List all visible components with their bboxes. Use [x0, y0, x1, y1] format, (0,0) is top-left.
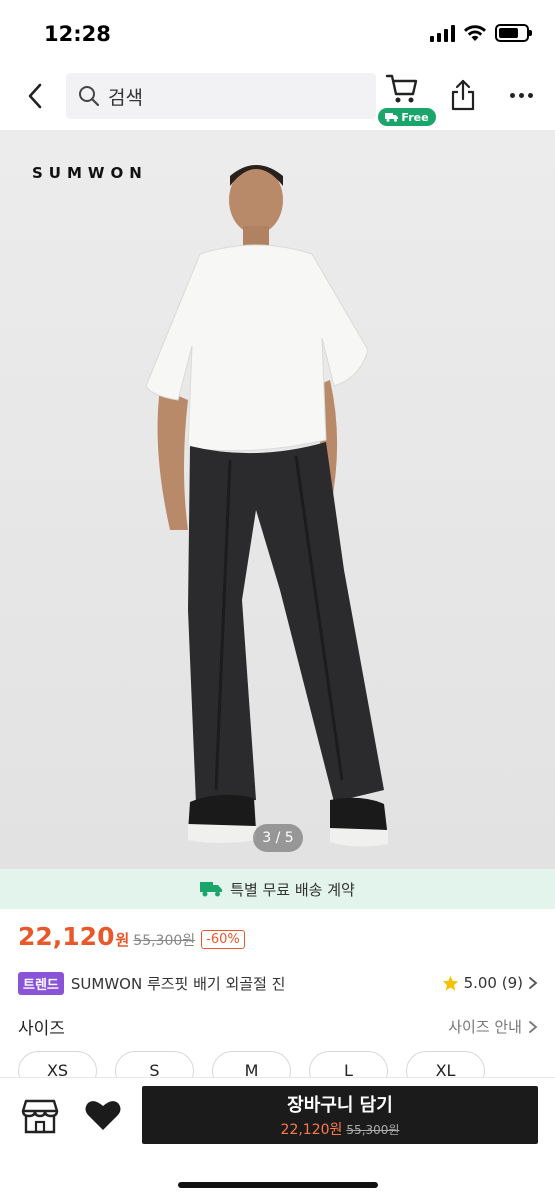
product-detail-screen: 12:28 검색 Free SUMWON 3 / 5 특별 무료 배송 계약 2… — [0, 0, 555, 1200]
product-image-carousel[interactable]: SUMWON 3 / 5 — [0, 130, 555, 870]
size-label: 사이즈 — [18, 1019, 65, 1039]
size-guide-label: 사이즈 안내 — [448, 1018, 522, 1036]
more-icon — [509, 92, 515, 98]
more-options-button[interactable] — [504, 80, 538, 110]
search-placeholder: 검색 — [108, 86, 143, 109]
size-header: 사이즈 사이즈 안내 — [18, 1012, 538, 1040]
image-page-indicator: 3 / 5 — [253, 824, 303, 852]
trend-badge: 트렌드 — [18, 971, 64, 995]
home-indicator — [178, 1182, 378, 1188]
back-button[interactable] — [18, 78, 52, 114]
product-title: SUMWON 루즈핏 배기 외골절 진 — [70, 974, 286, 993]
nav-bar: 검색 Free — [0, 66, 555, 128]
share-icon — [451, 79, 475, 111]
add-to-cart-price: 22,120원 55,300원 — [281, 1119, 400, 1139]
cellular-signal-icon — [430, 24, 455, 42]
status-time: 12:28 — [44, 22, 111, 46]
cta-original-price: 55,300원 — [346, 1123, 400, 1137]
status-icons — [430, 24, 532, 42]
chevron-right-icon — [529, 977, 538, 989]
price-row: 22,120 원 55,300원 -60% — [18, 922, 245, 958]
wifi-icon — [464, 25, 486, 41]
sale-price: 22,120 — [18, 922, 115, 951]
search-input[interactable]: 검색 — [66, 73, 376, 119]
truck-icon — [385, 113, 399, 122]
free-badge-label: Free — [401, 110, 429, 124]
star-icon — [442, 975, 458, 991]
search-icon — [79, 86, 100, 107]
heart-icon — [85, 1101, 121, 1130]
cart-icon — [385, 74, 418, 103]
battery-icon — [495, 24, 532, 42]
discount-badge: -60% — [201, 930, 245, 949]
rating-link[interactable]: 5.00 (9) — [442, 970, 538, 996]
store-button[interactable] — [20, 1096, 60, 1136]
cta-sale-price: 22,120원 — [280, 1122, 343, 1138]
free-shipping-badge: Free — [378, 108, 436, 126]
truck-icon — [200, 882, 223, 897]
product-title-row: 트렌드 SUMWON 루즈핏 배기 외골절 진 5.00 (9) — [18, 970, 538, 996]
store-icon — [21, 1099, 59, 1134]
back-chevron-icon — [28, 83, 42, 109]
rating-text: 5.00 (9) — [463, 974, 523, 992]
sale-price-unit: 원 — [115, 931, 130, 949]
shipping-banner-text: 특별 무료 배송 계약 — [230, 880, 355, 899]
add-to-cart-button[interactable]: 장바구니 담기 22,120원 55,300원 — [142, 1086, 538, 1144]
original-price: 55,300원 — [133, 933, 196, 949]
wishlist-button[interactable] — [84, 1098, 122, 1134]
add-to-cart-label: 장바구니 담기 — [287, 1095, 393, 1116]
bottom-action-bar: 장바구니 담기 22,120원 55,300원 — [0, 1077, 555, 1200]
shipping-banner: 특별 무료 배송 계약 — [0, 869, 555, 909]
size-guide-link[interactable]: 사이즈 안내 — [448, 1016, 538, 1037]
share-button[interactable] — [448, 78, 480, 114]
status-bar: 12:28 — [0, 0, 555, 66]
product-photo — [145, 165, 388, 847]
chevron-right-icon — [529, 1020, 538, 1033]
